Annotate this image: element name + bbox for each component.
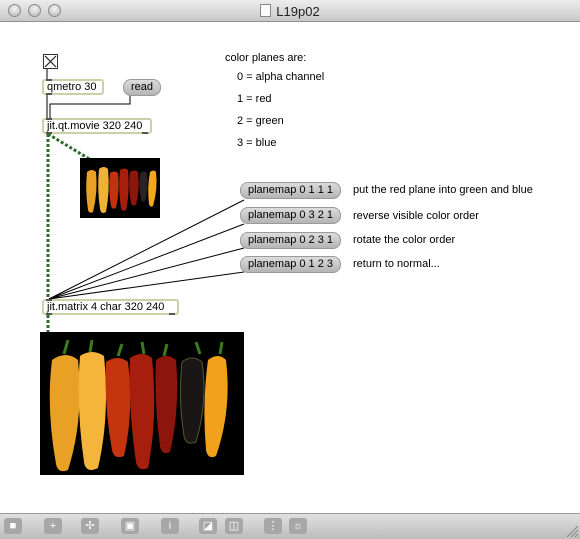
window-icon[interactable]: ◫ [225, 518, 243, 534]
plane-0-label: 0 = alpha channel [237, 71, 325, 83]
jit-qt-movie-object[interactable]: jit.qt.movie 320 240 [42, 118, 152, 134]
planemap-message-2[interactable]: planemap 0 3 2 1 [240, 207, 342, 224]
matrix-label: jit.matrix 4 char 320 240 [47, 301, 165, 313]
cord-planemap-4 [48, 271, 245, 300]
lock-icon[interactable]: ■ [4, 518, 22, 534]
grid-icon[interactable]: ⋮ [264, 518, 282, 534]
toggle-switch[interactable] [43, 54, 58, 69]
window-title-area: L19p02 [0, 4, 580, 19]
inspector-icon[interactable]: i [161, 518, 179, 534]
movie-label: jit.qt.movie 320 240 [47, 120, 143, 132]
move-icon[interactable]: ✢ [81, 518, 99, 534]
read-message[interactable]: read [123, 79, 162, 96]
planemap-message-1[interactable]: planemap 0 1 1 1 [240, 182, 342, 199]
inlet [46, 79, 52, 81]
planemap-3-label: planemap 0 2 3 1 [248, 234, 334, 246]
planemap-1-comment: put the red plane into green and blue [353, 184, 533, 196]
pepper-image-large [40, 332, 244, 475]
planemap-1-label: planemap 0 1 1 1 [248, 184, 334, 196]
cord-movie-preview [47, 132, 92, 162]
jit-matrix-object[interactable]: jit.matrix 4 char 320 240 [42, 299, 179, 315]
outlet [46, 313, 52, 315]
snap-icon[interactable]: ☼ [289, 518, 307, 534]
cord-planemap-2 [48, 223, 245, 300]
title-bar: L19p02 [0, 0, 580, 22]
qmetro-object[interactable]: qmetro 30 [42, 79, 104, 95]
resize-grip-icon[interactable] [567, 526, 578, 537]
document-icon [260, 4, 272, 17]
outlet [169, 313, 175, 315]
planemap-4-comment: return to normal... [353, 258, 440, 270]
inlet [46, 118, 52, 120]
matrix-display [40, 332, 244, 475]
read-label: read [131, 81, 154, 93]
window-title: L19p02 [276, 4, 320, 19]
plane-2-label: 2 = green [237, 115, 284, 127]
planes-header: color planes are: [225, 52, 307, 64]
planemap-3-comment: rotate the color order [353, 234, 456, 246]
planemap-message-4[interactable]: planemap 0 1 2 3 [240, 256, 342, 273]
add-icon[interactable]: + [44, 518, 62, 534]
cord-planemap-3 [48, 247, 245, 300]
qmetro-label: qmetro 30 [47, 81, 97, 93]
patcher-canvas[interactable]: qmetro 30 read jit.qt.movie 320 240 colo… [0, 22, 580, 513]
movie-preview [80, 158, 160, 218]
presentation-icon[interactable]: ▣ [121, 518, 139, 534]
outlet [142, 132, 148, 134]
pepper-image-small [80, 158, 160, 218]
outlet [46, 132, 52, 134]
subpatch-icon[interactable]: ◪ [199, 518, 217, 534]
cord-read-movie [49, 95, 131, 118]
toggle-x-icon [44, 55, 57, 68]
plane-3-label: 3 = blue [237, 137, 277, 149]
planemap-message-3[interactable]: planemap 0 2 3 1 [240, 232, 342, 249]
plane-1-label: 1 = red [237, 93, 272, 105]
bottom-toolbar: ■ + ✢ ▣ i ◪ ◫ ⋮ ☼ [0, 513, 580, 539]
outlet [46, 93, 52, 95]
planemap-2-comment: reverse visible color order [353, 210, 479, 222]
inlet [46, 299, 52, 301]
planemap-4-label: planemap 0 1 2 3 [248, 258, 334, 270]
planemap-2-label: planemap 0 3 2 1 [248, 209, 334, 221]
